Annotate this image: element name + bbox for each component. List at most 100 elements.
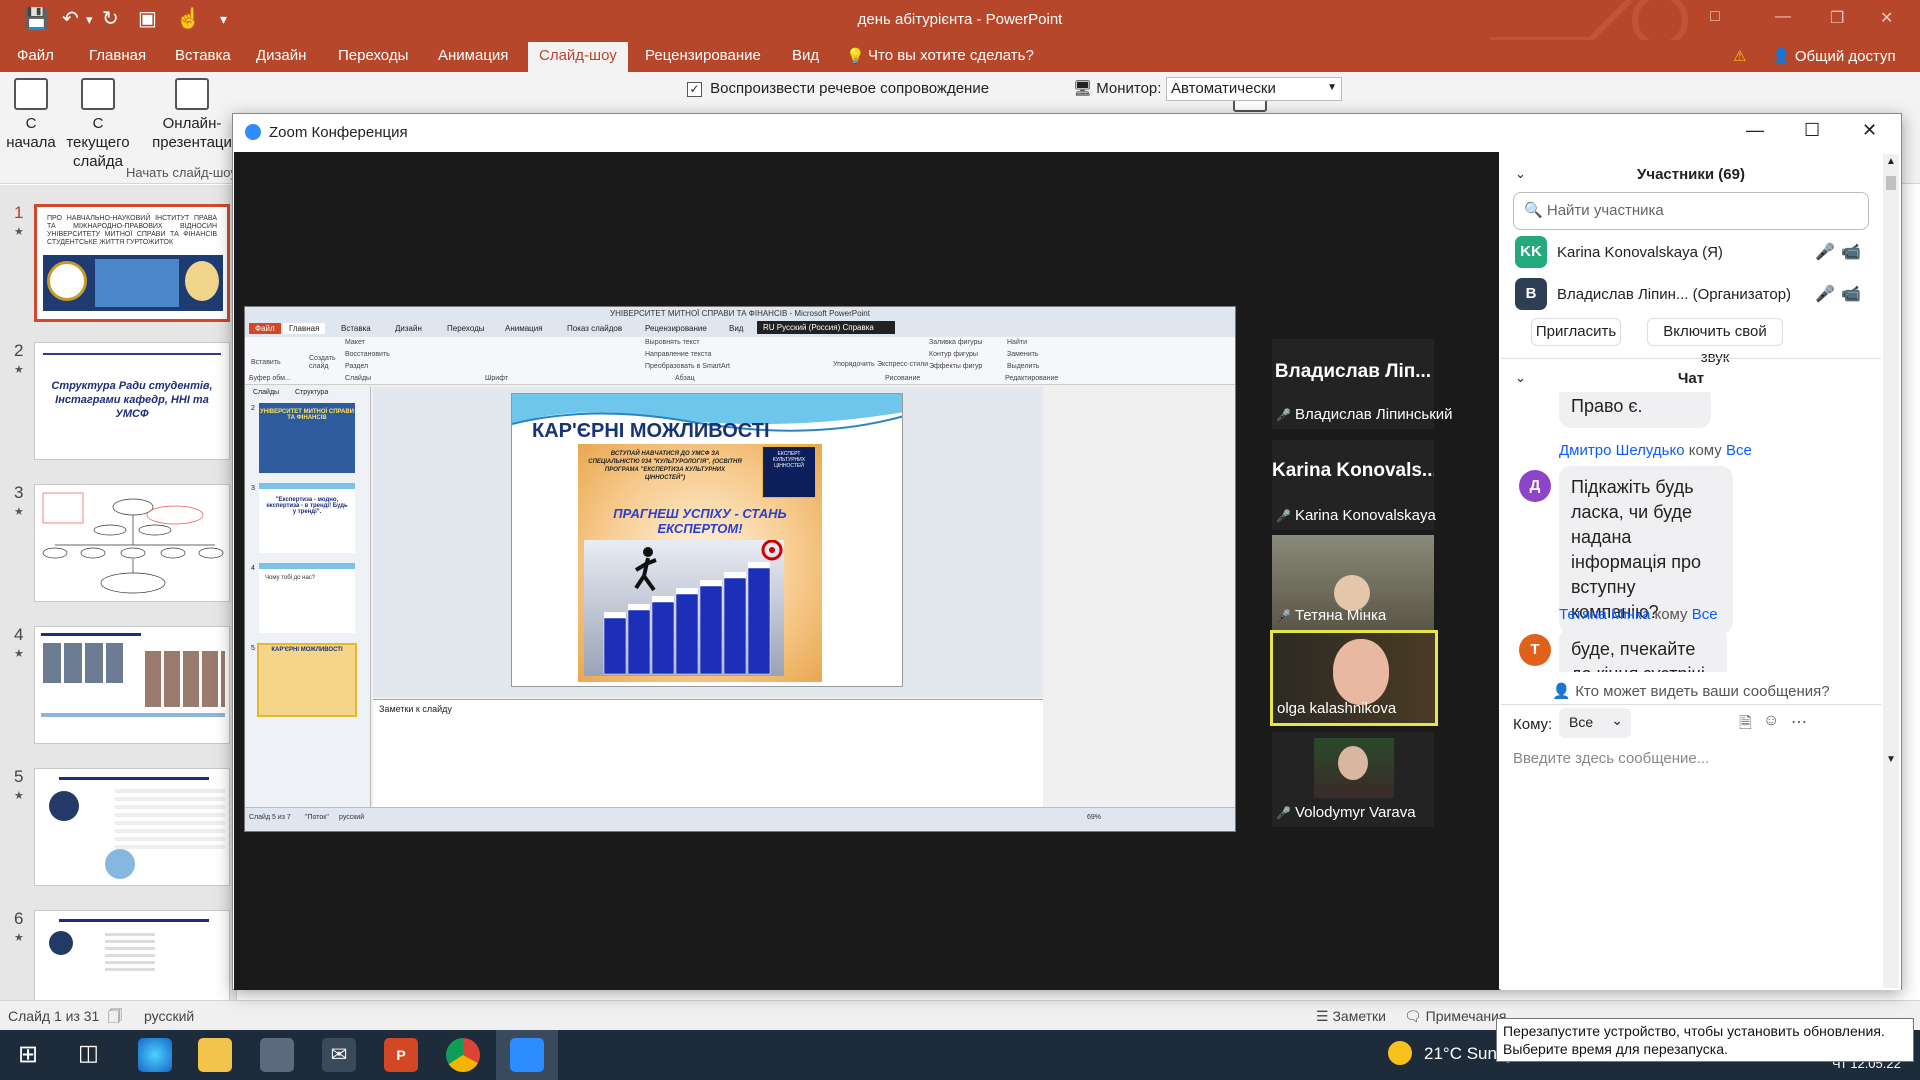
scroll-up-icon[interactable]: ▲ bbox=[1886, 156, 1896, 167]
slide-thumbnail-3[interactable] bbox=[34, 484, 230, 602]
from-start-button[interactable]: С начала bbox=[4, 78, 58, 152]
narration-checkbox[interactable]: ✓ Воспроизвести речевое сопровождение bbox=[687, 80, 989, 97]
slide-thumbnail-5[interactable] bbox=[34, 768, 230, 886]
spellcheck-icon[interactable]: 🗍 bbox=[108, 1006, 122, 1030]
slide-thumbnail-1[interactable]: ПРО НАВЧАЛЬНО-НАУКОВИЙ ІНСТИТУТ ПРАВА ТА… bbox=[34, 204, 230, 322]
tile-label-text: Karina Konovalskaya bbox=[1294, 507, 1436, 524]
tile-label-text: Volodymyr Varava bbox=[1294, 804, 1416, 821]
avatar: KK bbox=[1515, 236, 1547, 268]
tile-label: 🎤 Karina Konovalskaya bbox=[1276, 507, 1436, 524]
shared-thumb-5[interactable]: КАР'ЄРНІ МОЖЛИВОСТІ bbox=[257, 643, 357, 717]
shared-group-label: Рисование bbox=[885, 375, 921, 382]
monitor-select[interactable]: Автоматически ▼ bbox=[1166, 77, 1342, 101]
powerpoint-app-icon[interactable]: P bbox=[384, 1038, 418, 1072]
invite-button[interactable]: Пригласить bbox=[1531, 318, 1621, 346]
tile-big-name: Владислав Ліп... bbox=[1274, 361, 1432, 382]
participant-search-input[interactable]: 🔍 Найти участника bbox=[1513, 192, 1869, 230]
tab-view[interactable]: Вид bbox=[792, 47, 819, 64]
share-button[interactable]: 👤 Общий доступ bbox=[1772, 47, 1896, 65]
unmute-button[interactable]: Включить свой звук bbox=[1647, 318, 1783, 366]
shared-ribbon-word: Направление текста bbox=[645, 351, 712, 358]
photo-grid bbox=[145, 651, 225, 707]
muted-mic-icon[interactable]: 🎤 bbox=[1815, 284, 1835, 304]
tab-file[interactable]: Файл bbox=[17, 47, 54, 64]
slide-title: КАР'ЄРНІ МОЖЛИВОСТІ bbox=[532, 420, 770, 442]
notes-toggle[interactable]: ☰ Заметки bbox=[1316, 1008, 1386, 1025]
lightbulb-icon: 💡 bbox=[846, 48, 865, 65]
video-off-icon[interactable]: 📹 bbox=[1841, 284, 1861, 304]
animation-star-icon: ★ bbox=[14, 364, 24, 376]
video-off-icon[interactable]: 📹 bbox=[1841, 242, 1861, 262]
scrollbar[interactable]: ▲ ▼ bbox=[1883, 154, 1899, 988]
minimize-icon[interactable]: — bbox=[1746, 120, 1764, 141]
participant-tile-video[interactable]: 🎤 Тетяна Мінка bbox=[1272, 535, 1434, 630]
maximize-icon[interactable]: ❐ bbox=[1830, 8, 1844, 28]
muted-mic-icon[interactable]: 🎤 bbox=[1815, 242, 1835, 262]
tile-label: 🎤 Владислав Ліпинський bbox=[1276, 406, 1453, 423]
who-can-see-label: Кто может видеть ваши сообщения? bbox=[1575, 683, 1830, 700]
comments-label: Примечания bbox=[1425, 1008, 1507, 1024]
who-can-see-link[interactable]: 👤 Кто может видеть ваши сообщения? bbox=[1501, 682, 1881, 700]
close-icon[interactable]: ✕ bbox=[1880, 8, 1893, 28]
thumb-num: 4 bbox=[251, 565, 255, 572]
chat-messages: Право є. Дмитро Шелудько кому Все Д Підк… bbox=[1501, 392, 1881, 672]
participant-video bbox=[1314, 738, 1394, 798]
tab-review[interactable]: Рецензирование bbox=[645, 47, 761, 64]
scroll-thumb[interactable] bbox=[1886, 176, 1896, 190]
windows-start-icon[interactable]: ⊞ bbox=[18, 1040, 38, 1069]
edge-icon[interactable] bbox=[138, 1038, 172, 1072]
chat-input[interactable]: Введите здесь сообщение... bbox=[1513, 750, 1869, 780]
photo-grid bbox=[43, 643, 123, 683]
tab-insert[interactable]: Вставка bbox=[175, 47, 231, 64]
tab-home[interactable]: Главная bbox=[89, 47, 146, 64]
zoom-taskbar-active[interactable] bbox=[496, 1030, 558, 1080]
notes-placeholder: Заметки к слайду bbox=[379, 704, 452, 714]
maximize-icon[interactable]: ☐ bbox=[1804, 120, 1820, 141]
chat-sender[interactable]: Тетяна Мінка bbox=[1559, 606, 1650, 623]
participant-name-text: Владислав Ліпин... bbox=[1557, 286, 1689, 303]
tab-transitions[interactable]: Переходы bbox=[338, 47, 408, 64]
comments-toggle[interactable]: 🗨 Примечания bbox=[1404, 1008, 1507, 1025]
participant-tile[interactable]: Владислав Ліп... 🎤 Владислав Ліпинський bbox=[1272, 339, 1453, 429]
active-speaker-tile[interactable]: olga kalashnikova bbox=[1270, 630, 1438, 726]
slide-thumbnail-2[interactable]: Структура Ради студентів, Інстаграми каф… bbox=[34, 342, 230, 460]
logo-icon bbox=[49, 931, 73, 955]
participant-row[interactable]: В Владислав Ліпин... (Организатор) 🎤 📹 bbox=[1515, 278, 1875, 314]
chat-sender[interactable]: Дмитро Шелудько bbox=[1559, 442, 1685, 459]
tab-slideshow[interactable]: Слайд-шоу bbox=[528, 42, 628, 72]
slide-number: 2 bbox=[14, 341, 24, 360]
participant-row[interactable]: KK Karina Konovalskaya (Я) 🎤 📹 bbox=[1515, 236, 1875, 272]
slide-number: 6 bbox=[14, 909, 24, 928]
task-view-icon[interactable]: ◫ bbox=[78, 1040, 99, 1066]
scroll-down-icon[interactable]: ▼ bbox=[1886, 754, 1896, 765]
from-current-button[interactable]: С текущего слайда bbox=[58, 78, 138, 171]
shared-ribbon-word: Выровнять текст bbox=[645, 339, 700, 346]
more-icon[interactable]: ⋯ bbox=[1791, 712, 1807, 732]
notes-area[interactable]: Заметки к слайду bbox=[373, 699, 1043, 807]
store-icon[interactable] bbox=[260, 1038, 294, 1072]
emoji-icon[interactable]: ☺ bbox=[1763, 712, 1779, 730]
slide-thumbnail-4[interactable] bbox=[34, 626, 230, 744]
ribbon-display-icon[interactable]: □ bbox=[1710, 8, 1720, 26]
file-explorer-icon[interactable] bbox=[198, 1038, 232, 1072]
online-present-button[interactable]: Онлайн-презентаци bbox=[146, 78, 238, 152]
shared-screen-area: УНІВЕРСИТЕТ МИТНОЇ СПРАВИ ТА ФІНАНСІВ - … bbox=[234, 152, 1499, 990]
animation-star-icon: ★ bbox=[14, 506, 24, 518]
chrome-icon[interactable] bbox=[446, 1038, 480, 1072]
help-label: Справка bbox=[842, 323, 874, 332]
tile-label-text: Тетяна Мінка bbox=[1294, 607, 1387, 624]
participant-tile-video[interactable]: 🎤 Volodymyr Varava bbox=[1272, 732, 1434, 827]
close-icon[interactable]: ✕ bbox=[1862, 120, 1877, 141]
warning-icon[interactable]: ⚠ bbox=[1733, 47, 1746, 65]
mail-icon[interactable]: ✉ bbox=[322, 1038, 356, 1072]
shared-slide-counter: Слайд 5 из 7 bbox=[249, 814, 291, 821]
tab-design[interactable]: Дизайн bbox=[256, 47, 306, 64]
tile-label-text: olga kalashnikova bbox=[1277, 700, 1397, 717]
recipient-select[interactable]: Все ⌄ bbox=[1559, 708, 1631, 738]
participant-tile[interactable]: Karina Konovals... 🎤 Karina Konovalskaya bbox=[1272, 440, 1436, 530]
language-status[interactable]: русский bbox=[144, 1008, 194, 1024]
tell-me-input[interactable]: Что вы хотите сделать? bbox=[868, 47, 1034, 64]
minimize-icon[interactable]: — bbox=[1775, 8, 1791, 26]
tab-animations[interactable]: Анимация bbox=[438, 47, 508, 64]
file-icon[interactable]: 🗎 bbox=[1739, 712, 1752, 739]
